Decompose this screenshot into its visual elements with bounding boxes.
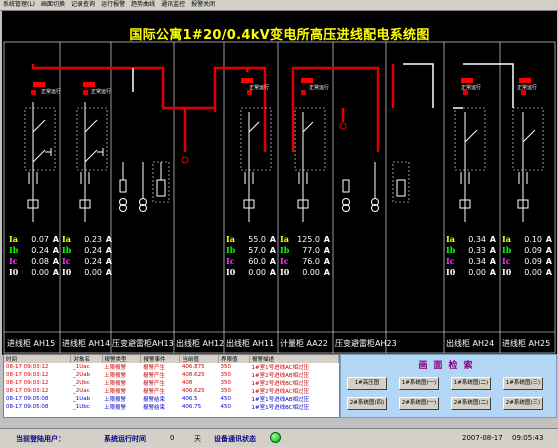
query-button-sys2-2[interactable]: 2#系统图(二) xyxy=(451,397,491,410)
status-indicator-ah25 xyxy=(519,78,531,83)
status-date: 2007-08-17 xyxy=(462,434,503,442)
comm-status-led-icon xyxy=(270,432,281,443)
cabinet-label-ah12: 出线柜 AH12 xyxy=(176,339,225,348)
query-button-sys1-2[interactable]: 1#系统图(二) xyxy=(451,377,491,390)
status-indicator-ah15 xyxy=(33,82,45,87)
status-indicator-ah24 xyxy=(461,78,473,83)
runtime-label: 系统运行时间 xyxy=(104,435,146,443)
table-row[interactable]: 08-17 09:03:12 _2Uac 上限报警 报警产生 406.625 350 1#室… xyxy=(4,387,339,395)
comm-status-label: 设备通讯状态 xyxy=(214,435,256,443)
cabinet-label-ah11: 出线柜 AH11 xyxy=(226,339,275,348)
query-button-hv[interactable]: 1#高压图 xyxy=(347,377,387,390)
feeder-switchgear xyxy=(27,102,536,222)
table-row[interactable]: 08-17 09:03:12 _2Ubc 上限报警 报警产生 408 350 1#室2号进线… xyxy=(4,379,339,387)
cabinet-label-ah15: 进线柜 AH15 xyxy=(7,339,56,348)
cabinet-label-ah25: 进线柜 AH25 xyxy=(502,339,551,348)
query-button-sys1-3[interactable]: 1#系统图(三) xyxy=(503,377,543,390)
menu-system[interactable]: 系统管理(L) xyxy=(0,0,38,10)
status-label-ah14: 正常运行 xyxy=(91,89,112,95)
menu-alarms[interactable]: 运行报警 xyxy=(98,0,128,10)
alarm-col-desc[interactable]: 报警描述 xyxy=(249,355,339,363)
status-bar: 当前登陆用户： 系统运行时间 0 天 设备通讯状态 2007-08-17 09:… xyxy=(0,428,558,447)
status-time: 09:05:43 xyxy=(512,434,544,442)
cabinet-label-ah24: 出线柜 AH24 xyxy=(446,339,495,348)
meter-ah14: Ia 0.23 A Ib 0.24 A Ic 0.24 A I0 0.00 A xyxy=(62,234,112,277)
status-label-ah25: 正常运行 xyxy=(517,85,538,91)
query-button-sys1-1[interactable]: 1#系统图(一) xyxy=(399,377,439,390)
meter-ah24: Ia 0.34 A Ib 0.33 A Ic 0.34 A I0 0.00 A xyxy=(446,234,496,277)
menu-screen-switch[interactable]: 画面切换 xyxy=(38,0,68,10)
status-label-ah12: 正常运行 xyxy=(249,85,270,91)
status-label-ah15: 正常运行 xyxy=(41,89,62,95)
status-indicator-ah12 xyxy=(241,78,253,83)
table-row[interactable]: 08-17 09:05:08 _1Ubc 上限报警 报警结束 406.75 450 1#室1… xyxy=(4,403,339,411)
alarm-col-type[interactable]: 报警类型 xyxy=(102,355,142,363)
status-indicator-ah11 xyxy=(301,78,313,83)
alarm-list[interactable]: 时间 对象名 报警类型 报警事件 当前值 界限值 报警描述 08-17 09:0… xyxy=(3,354,340,418)
alarm-col-event[interactable]: 报警事件 xyxy=(140,355,181,363)
menu-comm-monitor[interactable]: 通讯监控 xyxy=(158,0,188,10)
status-label-ah24: 正常运行 xyxy=(461,85,482,91)
menu-bar: 系统管理(L) 画面切换 记录查询 运行报警 趋势曲线 通讯监控 报警关闭 xyxy=(0,0,558,11)
cabinet-label-aa22: 计量柜 AA22 xyxy=(280,339,328,348)
table-row[interactable]: 08-17 09:03:12 _1Uac 上限报警 报警产生 406.875 350 1#室… xyxy=(4,363,339,371)
query-title: 画面检索 xyxy=(418,361,479,371)
table-row[interactable]: 08-17 09:05:08 _1Uab 上限报警 报警结束 406.5 450 1#室1号… xyxy=(4,395,339,403)
table-row[interactable]: 08-17 09:03:12 _2Uab 上限报警 报警产生 408.625 350 1#室… xyxy=(4,371,339,379)
meter-ah11: Ia 125.0 A Ib 77.0 A Ic 76.0 A I0 0.00 A xyxy=(280,234,330,277)
screen-query-panel: 画面检索 1#高压图 1#系统图(一) 1#系统图(二) 1#系统图(三) 2#… xyxy=(340,354,557,418)
query-button-sys2-1[interactable]: 2#系统图(一) xyxy=(399,397,439,410)
alarm-col-time[interactable]: 时间 xyxy=(4,355,72,363)
status-label-ah11: 正常运行 xyxy=(309,85,330,91)
meter-ah12: Ia 55.0 A Ib 57.0 A Ic 60.0 A I0 0.00 A xyxy=(226,234,276,277)
alarm-col-limit[interactable]: 界限值 xyxy=(218,355,251,363)
cabinet-label-ah23: 压变避雷柜AH23 xyxy=(335,339,397,348)
query-button-sys2-4[interactable]: 2#系统图(四) xyxy=(347,397,387,410)
menu-close-alarm[interactable]: 报警关闭 xyxy=(188,0,218,10)
menu-trends[interactable]: 趋势曲线 xyxy=(128,0,158,10)
cabinet-label-ah14: 进线柜 AH14 xyxy=(62,339,111,348)
cabinet-label-ah13: 压变避雷柜AH13 xyxy=(112,339,174,348)
runtime-value: 0 xyxy=(170,434,175,442)
alarm-col-object[interactable]: 对象名 xyxy=(70,355,103,363)
query-button-sys2-3[interactable]: 2#系统图(三) xyxy=(503,397,543,410)
diagram-canvas xyxy=(3,41,556,354)
status-indicator-ah14 xyxy=(83,82,95,87)
runtime-unit: 天 xyxy=(194,435,201,443)
alarm-col-value[interactable]: 当前值 xyxy=(179,355,219,363)
meter-ah25: Ia 0.10 A Ib 0.09 A Ic 0.09 A I0 0.00 A xyxy=(502,234,552,277)
alarm-header-row: 时间 对象名 报警类型 报警事件 当前值 界限值 报警描述 xyxy=(4,355,339,363)
single-line-diagram: 国际公寓1#20/0.4kV变电所高压进线配电系统图 正常运行 正常运行 正常运… xyxy=(2,11,557,355)
meter-ah15: Ia 0.07 A Ib 0.24 A Ic 0.08 A I0 0.00 A xyxy=(9,234,59,277)
menu-records[interactable]: 记录查询 xyxy=(68,0,98,10)
current-user-label: 当前登陆用户： xyxy=(16,435,65,443)
